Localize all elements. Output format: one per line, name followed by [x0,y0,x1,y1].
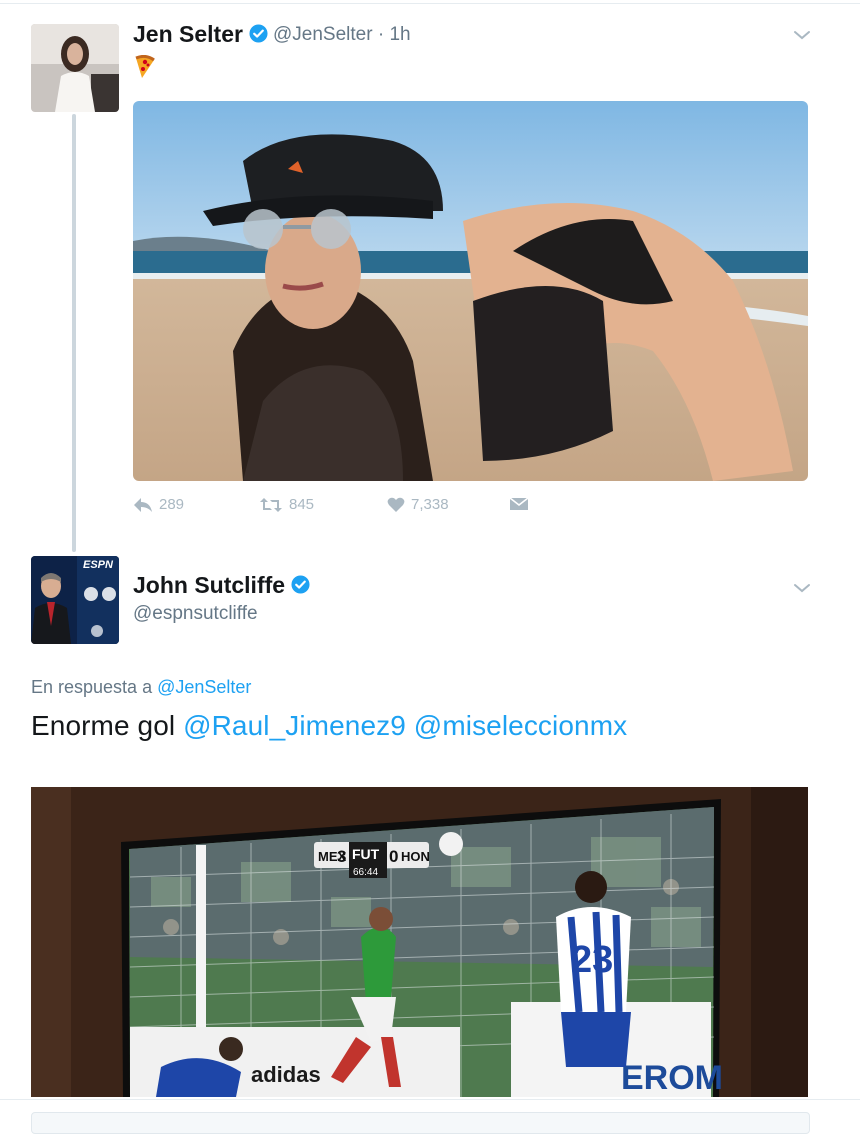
verified-badge-icon [249,22,268,49]
reply-count: 289 [159,496,185,513]
reply-to-mention-link[interactable]: @JenSelter [157,677,251,697]
bottom-divider [0,1099,860,1100]
jen-selter-avatar[interactable] [31,24,119,112]
score-clock: 66:44 [353,867,378,878]
top-divider [0,3,860,4]
chevron-down-icon[interactable] [793,28,813,42]
reply-to-prefix: En respuesta a [31,677,153,697]
author-name-text[interactable]: Jen Selter [133,21,243,47]
heart-icon [387,497,405,512]
pizza-emoji-icon [134,54,156,84]
score-home-value: 3 [337,847,346,866]
reply-icon [134,497,152,512]
score-away-team: HON [401,849,430,864]
direct-message-action[interactable] [509,496,535,512]
retweet-action[interactable]: 845 [259,496,314,513]
tweet-actions-bar: 289 845 7,338 [133,496,553,520]
reply-author-name[interactable]: John Sutcliffe [133,572,310,600]
ad-board-text: EROM [621,1059,723,1097]
author-name[interactable]: Jen Selter [133,21,268,49]
mention-link-raul[interactable]: @Raul_Jimenez9 [183,710,406,741]
in-reply-to: En respuesta a @JenSelter [31,677,251,698]
thread-connector [72,114,76,552]
like-action[interactable]: 7,338 [387,496,449,513]
score-brand: FUT [352,846,380,862]
tweet-text-plain: Enorme gol [31,710,176,741]
reply-author-name-text[interactable]: John Sutcliffe [133,572,285,598]
mention-link-miseleccion[interactable]: @miseleccionmx [414,710,627,741]
reply-compose-box[interactable] [31,1112,810,1134]
tweet-photo-tv-goal[interactable]: adidas EROM 23 MEX 3 FUT 66:44 0 HON [31,787,808,1097]
tweet-photo-beach[interactable] [133,101,808,481]
tweet-body: Enorme gol @Raul_Jimenez9 @miseleccionmx [31,710,627,742]
player-number-text: 23 [571,939,613,981]
verified-badge-icon [291,573,310,600]
envelope-icon [509,497,529,510]
reply-action[interactable]: 289 [133,496,184,513]
john-sutcliffe-avatar[interactable]: ESPN [31,556,119,644]
svg-text:adidas: adidas [251,1062,321,1087]
chevron-down-icon[interactable] [793,581,813,595]
retweet-count: 845 [289,496,315,513]
reply-author-handle[interactable]: @espnsutcliffe [133,603,258,625]
like-count: 7,338 [411,496,449,513]
espn-logo-text: ESPN [83,559,114,571]
retweet-icon [260,497,282,512]
score-away-value: 0 [389,847,398,866]
author-handle-time[interactable]: @JenSelter · 1h [273,24,411,46]
